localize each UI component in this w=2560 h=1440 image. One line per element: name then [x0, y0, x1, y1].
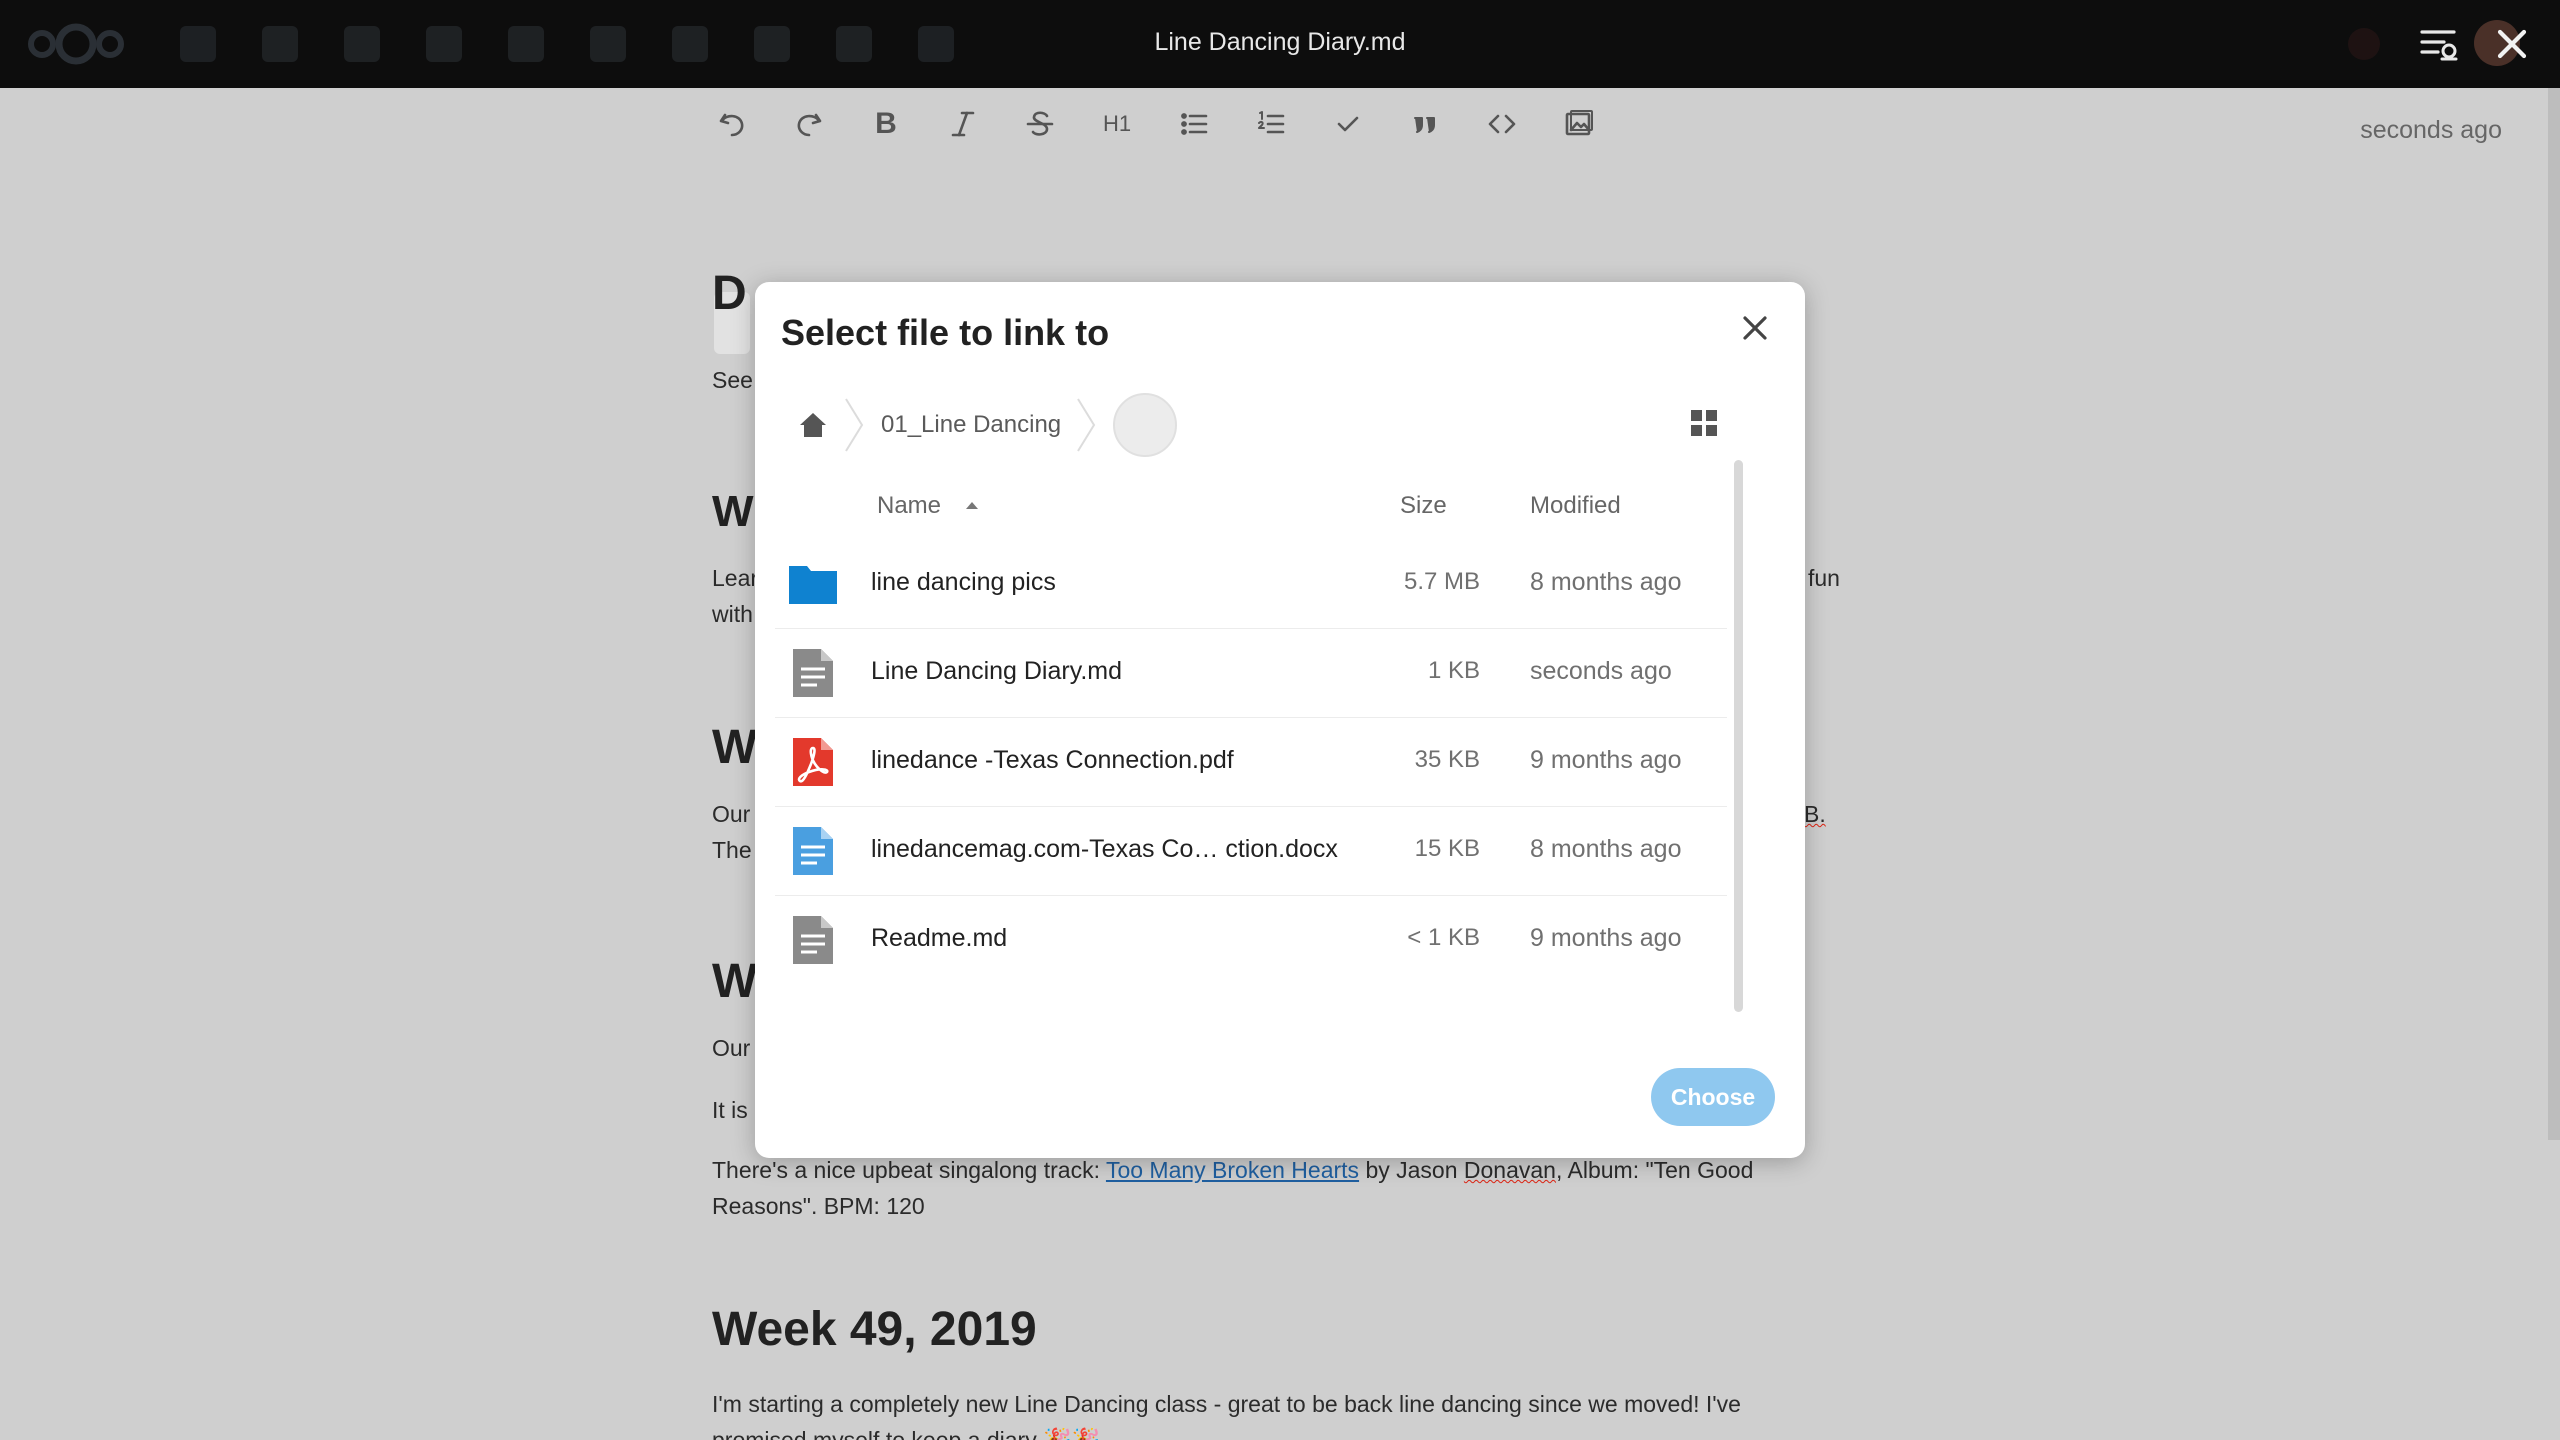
modified-column-header[interactable]: Modified: [1530, 492, 1621, 520]
close-editor-icon[interactable]: [2492, 24, 2532, 64]
file-row-linedancemag-docx[interactable]: linedancemag.com-Texas Co… ction.docx 15…: [775, 807, 1727, 896]
file-size: 15 KB: [1414, 835, 1480, 862]
file-list: line dancing pics 5.7 MB 8 months ago Li…: [775, 540, 1727, 985]
contacts-app-icon[interactable]: [672, 26, 708, 62]
breadcrumb: 01_Line Dancing: [797, 392, 1178, 458]
file-name: linedancemag.com-Texas Co… ction.docx: [871, 835, 1338, 863]
new-folder-button[interactable]: [1113, 393, 1178, 457]
notifications-icon[interactable]: [2348, 28, 2380, 60]
name-column-header[interactable]: Name: [877, 492, 941, 520]
nextcloud-logo-icon[interactable]: [22, 22, 130, 66]
choose-button[interactable]: Choose: [1651, 1068, 1775, 1126]
mail-app-icon[interactable]: [590, 26, 626, 62]
sidebar-toggle-icon[interactable]: [2416, 24, 2460, 64]
notes-app-icon[interactable]: [836, 26, 872, 62]
page-scrollbar[interactable]: [2548, 88, 2560, 1140]
calendar-app-icon[interactable]: [754, 26, 790, 62]
file-name: linedance -Texas Connection.pdf: [871, 746, 1234, 774]
dialog-title: Select file to link to: [781, 312, 1110, 353]
deck-app-icon[interactable]: [918, 26, 954, 62]
talk-app-icon[interactable]: [508, 26, 544, 62]
sort-ascending-icon: [966, 502, 978, 509]
top-header-bar: Line Dancing Diary.md: [0, 0, 2560, 88]
file-name: Line Dancing Diary.md: [871, 657, 1123, 685]
file-modified: 8 months ago: [1530, 835, 1682, 863]
activity-app-icon[interactable]: [426, 26, 462, 62]
files-app-icon[interactable]: [262, 26, 298, 62]
file-row-line-dancing-diary[interactable]: Line Dancing Diary.md 1 KB seconds ago: [775, 629, 1727, 718]
file-size: 35 KB: [1414, 746, 1480, 773]
file-modified: seconds ago: [1530, 657, 1672, 685]
file-row-line-dancing-pics[interactable]: line dancing pics 5.7 MB 8 months ago: [775, 540, 1727, 629]
file-name: Readme.md: [871, 924, 1008, 952]
file-size: 1 KB: [1427, 657, 1480, 684]
file-modified: 9 months ago: [1530, 746, 1682, 774]
file-size: < 1 KB: [1407, 924, 1480, 951]
file-list-scrollbar[interactable]: [1734, 460, 1743, 1012]
docx-icon: [793, 827, 833, 875]
breadcrumb-folder[interactable]: 01_Line Dancing: [881, 411, 1061, 439]
breadcrumb-separator-icon: [1077, 398, 1096, 452]
file-table-header: Name Size Modified: [775, 482, 1727, 530]
breadcrumb-separator-icon: [845, 398, 864, 452]
pdf-icon: [793, 738, 833, 786]
text-file-icon: [793, 649, 833, 697]
app-navigation: [180, 26, 954, 62]
file-row-linedance-pdf[interactable]: linedance -Texas Connection.pdf 35 KB 9 …: [775, 718, 1727, 807]
grid-view-icon[interactable]: [1687, 406, 1721, 440]
dashboard-app-icon[interactable]: [180, 26, 216, 62]
file-modified: 8 months ago: [1530, 568, 1682, 596]
size-column-header[interactable]: Size: [1400, 492, 1447, 520]
file-name: line dancing pics: [871, 568, 1056, 596]
file-picker-dialog: Select file to link to 01_Line Dancing N…: [755, 282, 1805, 1158]
text-file-icon: [793, 916, 833, 964]
photos-app-icon[interactable]: [344, 26, 380, 62]
file-size: 5.7 MB: [1403, 568, 1480, 595]
file-modified: 9 months ago: [1530, 924, 1682, 952]
close-dialog-icon[interactable]: [1735, 308, 1775, 348]
home-icon[interactable]: [797, 409, 829, 441]
folder-icon: [789, 566, 837, 604]
file-row-readme[interactable]: Readme.md < 1 KB 9 months ago: [775, 896, 1727, 985]
